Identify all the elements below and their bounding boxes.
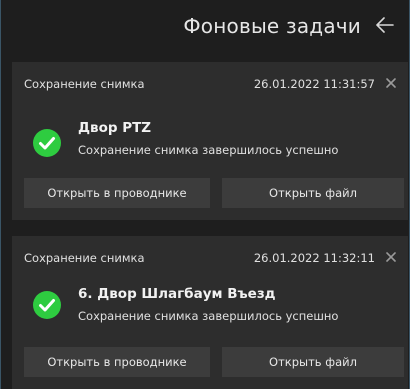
- panel-header: Фоновые задачи: [1, 0, 409, 58]
- task-card-header: Сохранение снимка 26.01.2022 11:31:57: [12, 62, 408, 98]
- task-status-text: Сохранение снимка завершилось успешно: [78, 309, 339, 323]
- open-in-explorer-button[interactable]: Открыть в проводнике: [24, 347, 210, 377]
- task-card-header: Сохранение снимка 26.01.2022 11:32:11: [12, 236, 408, 272]
- task-title: Сохранение снимка: [24, 251, 145, 265]
- task-item-name: 6. Двор Шлагбаум Въезд: [78, 286, 276, 302]
- check-circle-icon: [33, 129, 61, 157]
- task-timestamp: 26.01.2022 11:32:11: [253, 251, 375, 265]
- close-icon[interactable]: [382, 74, 400, 92]
- open-in-explorer-button[interactable]: Открыть в проводнике: [24, 178, 210, 208]
- arrow-left-icon[interactable]: [373, 13, 397, 37]
- task-card: Сохранение снимка 26.01.2022 11:32:11 6.…: [12, 236, 408, 389]
- task-card: Сохранение снимка 26.01.2022 11:31:57 Дв…: [12, 62, 408, 220]
- task-timestamp: 26.01.2022 11:31:57: [253, 77, 375, 91]
- check-circle-icon: [33, 291, 61, 319]
- task-status-text: Сохранение снимка завершилось успешно: [78, 143, 339, 157]
- panel-title: Фоновые задачи: [183, 14, 361, 38]
- open-file-button[interactable]: Открыть файл: [222, 178, 404, 208]
- task-item-name: Двор PTZ: [78, 120, 152, 136]
- close-icon[interactable]: [382, 248, 400, 266]
- open-file-button[interactable]: Открыть файл: [222, 347, 404, 377]
- background-tasks-panel: Фоновые задачи Сохранение снимка 26.01.2…: [0, 0, 410, 389]
- task-title: Сохранение снимка: [24, 77, 145, 91]
